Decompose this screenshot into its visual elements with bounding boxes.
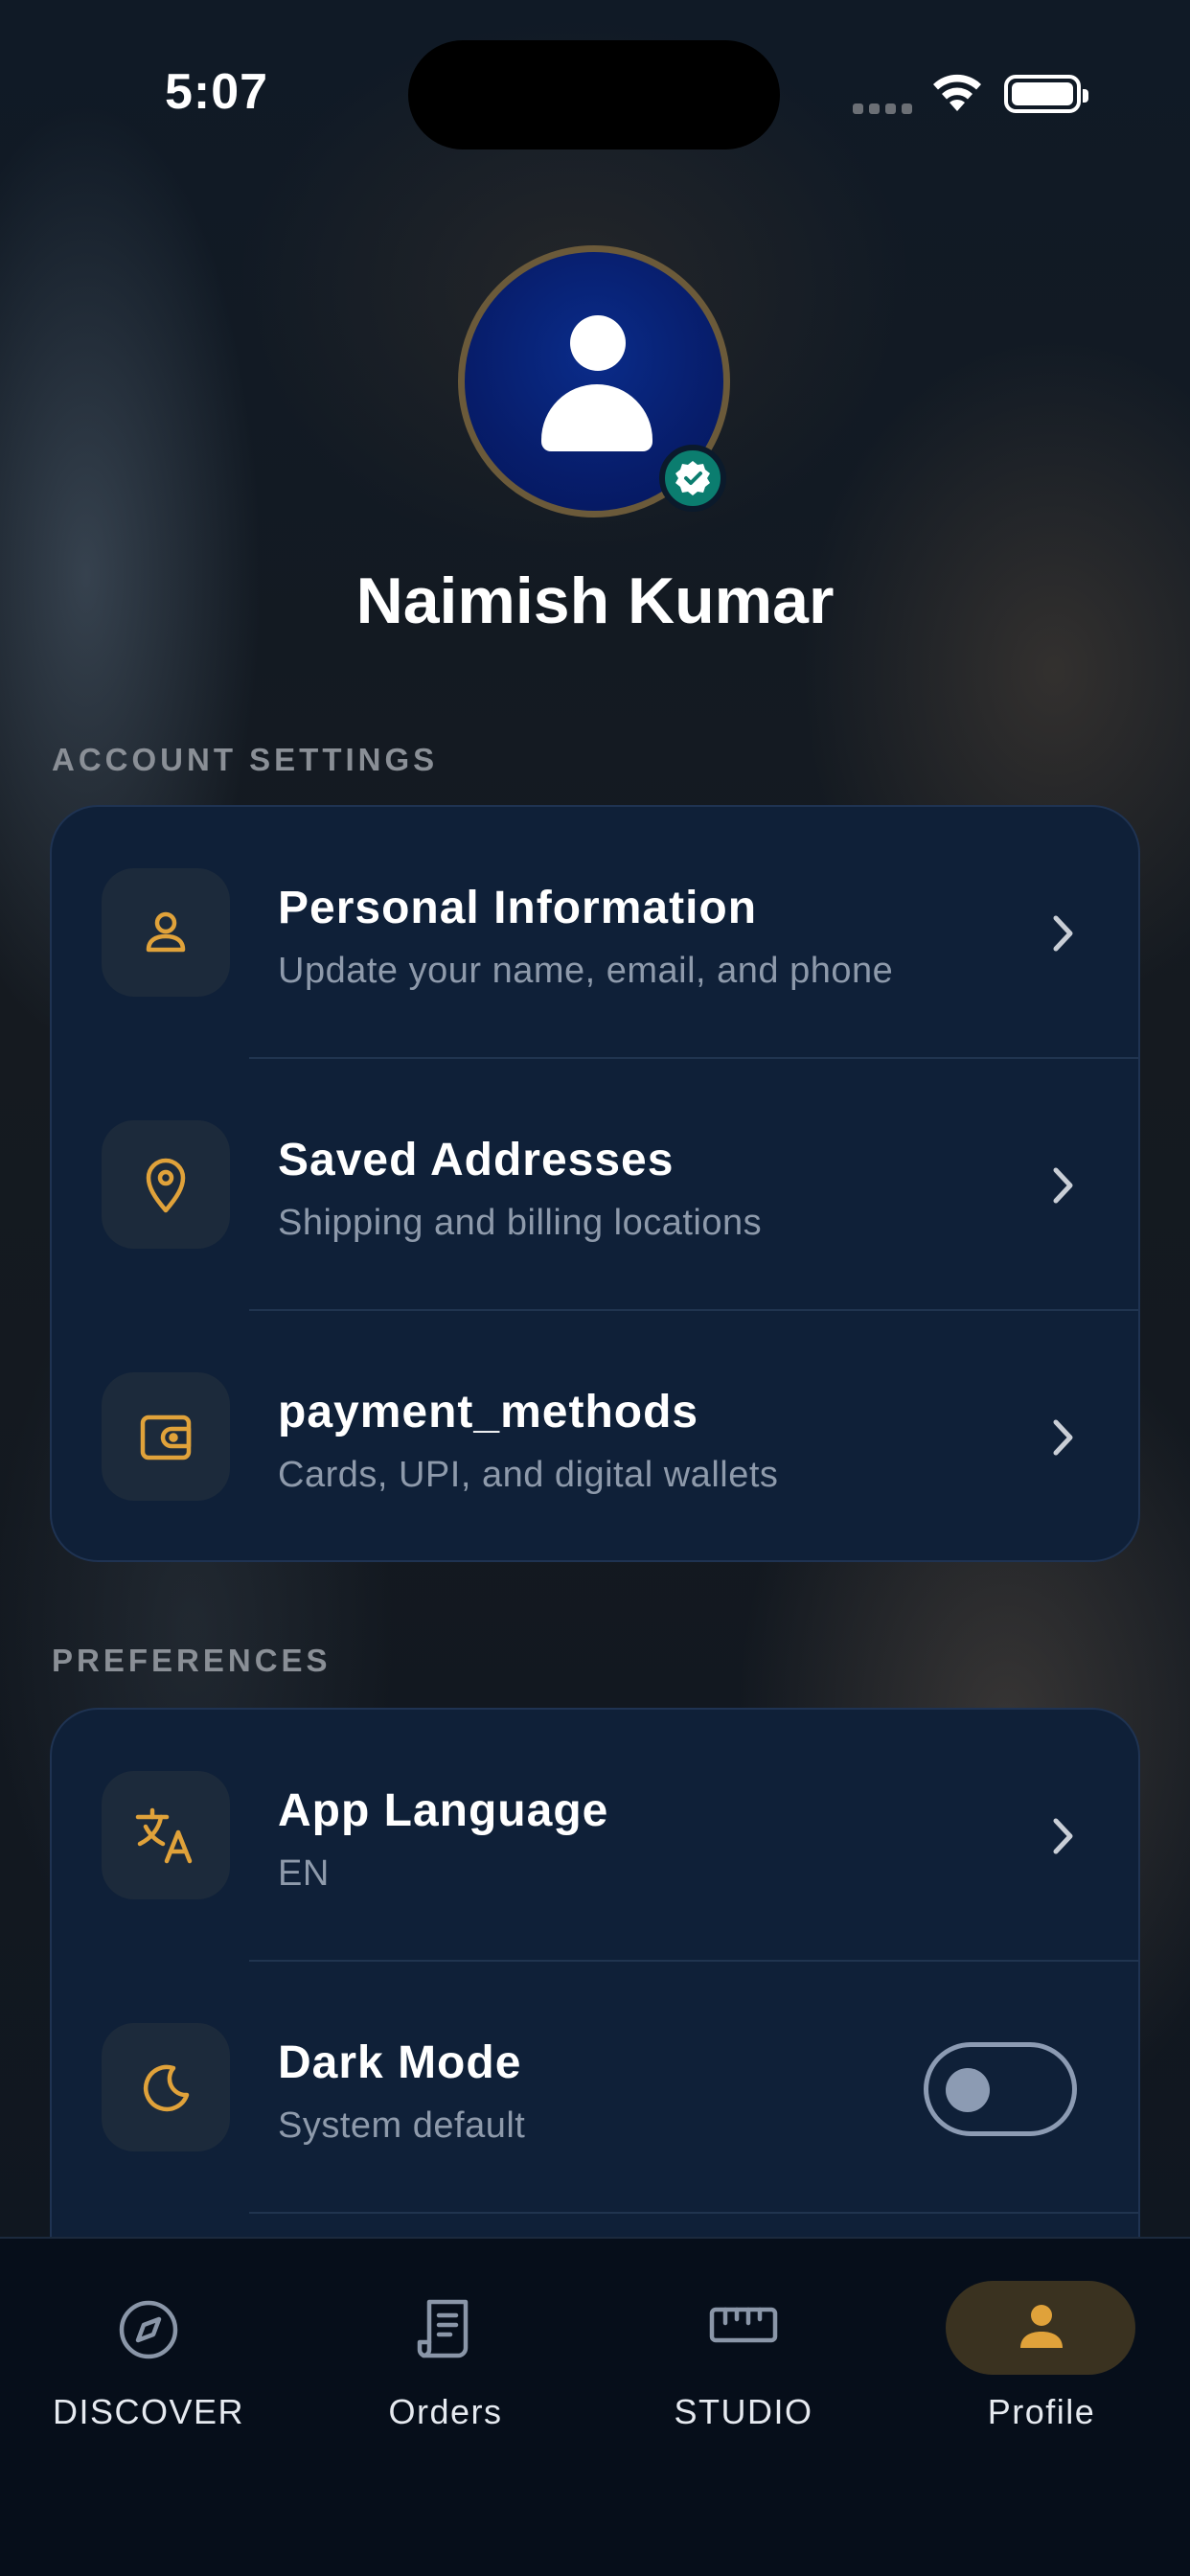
settings-row-payment-methods[interactable]: payment_methods Cards, UPI, and digital … <box>52 1311 1138 1560</box>
tab-label: DISCOVER <box>52 2392 245 2431</box>
moon-icon <box>102 2023 230 2151</box>
row-title: App Language <box>278 1785 609 1836</box>
wallet-icon <box>102 1372 230 1501</box>
ruler-icon <box>595 2298 892 2352</box>
section-label-preferences: PREFERENCES <box>52 1643 332 1678</box>
receipt-icon <box>297 2298 594 2361</box>
location-pin-icon <box>102 1120 230 1249</box>
settings-row-personal-information[interactable]: Personal Information Update your name, e… <box>52 807 1138 1059</box>
status-time: 5:07 <box>165 64 269 120</box>
section-label-account-settings: ACCOUNT SETTINGS <box>52 742 439 777</box>
compass-icon <box>0 2298 297 2361</box>
toggle-knob <box>946 2068 990 2112</box>
tab-label: Orders <box>388 2392 503 2431</box>
tab-label: Profile <box>987 2392 1096 2431</box>
battery-icon <box>1004 75 1088 113</box>
chevron-right-icon <box>1052 1418 1075 1461</box>
row-title: Personal Information <box>278 883 758 933</box>
row-subtitle: Cards, UPI, and digital wallets <box>278 1455 779 1495</box>
translate-icon <box>102 1771 230 1899</box>
chevron-right-icon <box>1052 1166 1075 1209</box>
account-settings-card: Personal Information Update your name, e… <box>50 805 1140 1562</box>
verified-badge-icon <box>659 445 726 512</box>
profile-name: Naimish Kumar <box>355 564 835 637</box>
person-icon <box>102 868 230 997</box>
chevron-right-icon <box>1052 914 1075 957</box>
row-title: Dark Mode <box>278 2037 522 2088</box>
tab-studio[interactable]: STUDIO <box>595 2239 892 2431</box>
cellular-signal-icon <box>853 104 912 114</box>
person-icon <box>893 2298 1190 2356</box>
chevron-right-icon <box>1052 1817 1075 1860</box>
row-title: Saved Addresses <box>278 1135 675 1185</box>
tab-label: STUDIO <box>674 2392 813 2431</box>
row-subtitle: Update your name, email, and phone <box>278 951 894 991</box>
dynamic-island <box>408 40 780 150</box>
settings-row-dark-mode: Dark Mode System default <box>52 1962 1138 2214</box>
preferences-card: App Language EN Dark Mode System default <box>50 1708 1140 2302</box>
settings-row-app-language[interactable]: App Language EN <box>52 1710 1138 1962</box>
row-subtitle: EN <box>278 1853 330 1894</box>
settings-row-saved-addresses[interactable]: Saved Addresses Shipping and billing loc… <box>52 1059 1138 1311</box>
row-subtitle: System default <box>278 2105 526 2146</box>
wifi-icon <box>929 73 985 120</box>
tab-profile[interactable]: Profile <box>893 2239 1190 2431</box>
dark-mode-toggle[interactable] <box>924 2042 1077 2136</box>
row-title: payment_methods <box>278 1387 699 1438</box>
bottom-tab-bar: DISCOVER Orders STUDIO Profile <box>0 2237 1190 2576</box>
row-subtitle: Shipping and billing locations <box>278 1203 763 1243</box>
tab-orders[interactable]: Orders <box>297 2239 594 2431</box>
tab-discover[interactable]: DISCOVER <box>0 2239 297 2431</box>
